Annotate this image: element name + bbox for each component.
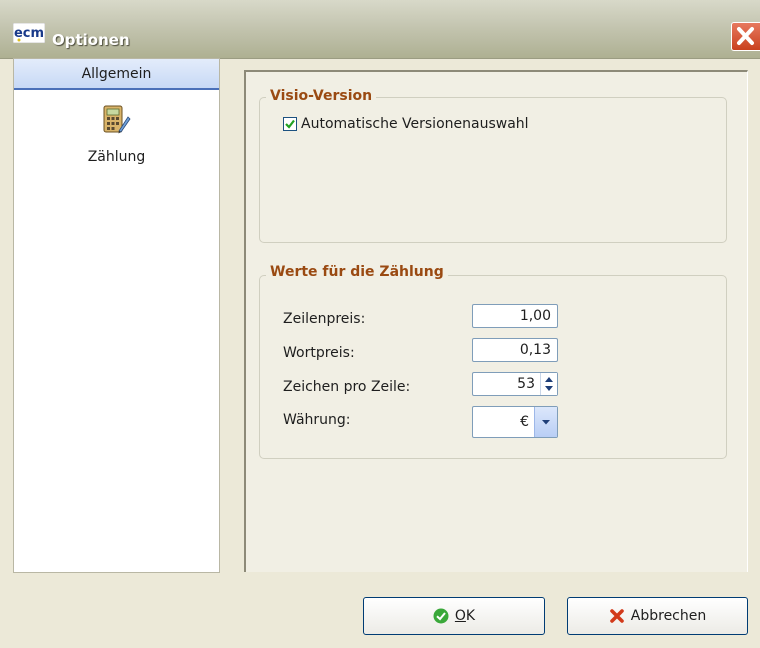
ok-check-icon <box>433 608 449 624</box>
sidebar-header-allgemein[interactable]: Allgemein <box>14 59 219 90</box>
chars-per-line-stepper[interactable]: 53 <box>472 372 558 396</box>
close-icon <box>737 27 754 45</box>
cancel-button[interactable]: Abbrechen <box>567 597 748 635</box>
title-bar: ecm Optionen <box>0 0 760 59</box>
options-content: Visio-Version Automatische Versionenausw… <box>244 70 748 572</box>
cancel-button-content: Abbrechen <box>568 598 747 634</box>
calculator-pen-icon <box>103 105 131 134</box>
ok-button[interactable]: OK <box>363 597 545 635</box>
currency-select[interactable]: € <box>472 406 558 438</box>
close-button[interactable] <box>731 22 760 51</box>
auto-version-checkbox[interactable] <box>283 117 297 131</box>
word-price-input[interactable]: 0,13 <box>472 338 558 362</box>
counting-values-title: Werte für die Zählung <box>266 264 448 280</box>
window-title: Optionen <box>52 31 130 49</box>
visio-version-title: Visio-Version <box>266 88 377 104</box>
stepper-arrows-icon <box>545 377 553 391</box>
currency-label: Währung: <box>283 412 351 428</box>
checkmark-icon <box>285 119 295 129</box>
line-price-label: Zeilenpreis: <box>283 311 366 327</box>
ok-label-rest: K <box>465 608 476 624</box>
currency-value: € <box>520 414 529 430</box>
ok-button-content: OK <box>364 598 544 634</box>
chars-per-line-value: 53 <box>517 376 535 392</box>
cancel-x-icon <box>609 609 624 623</box>
sidebar-item-zaehlung[interactable]: Zählung <box>14 101 219 171</box>
ok-label-mnemonic: O <box>454 608 466 624</box>
sidebar: Allgemein Zählung <box>13 58 220 573</box>
ecm-logo-icon: ecm <box>13 23 45 43</box>
chevron-down-icon <box>542 420 550 425</box>
stepper-buttons[interactable] <box>540 373 557 395</box>
currency-dropdown-button[interactable] <box>534 407 557 437</box>
line-price-input[interactable]: 1,00 <box>472 304 558 328</box>
cancel-label: Abbrechen <box>630 608 707 624</box>
sidebar-item-label: Zählung <box>87 149 146 165</box>
chars-per-line-label: Zeichen pro Zeile: <box>283 379 411 395</box>
auto-version-label[interactable]: Automatische Versionenauswahl <box>301 116 529 132</box>
word-price-label: Wortpreis: <box>283 345 355 361</box>
